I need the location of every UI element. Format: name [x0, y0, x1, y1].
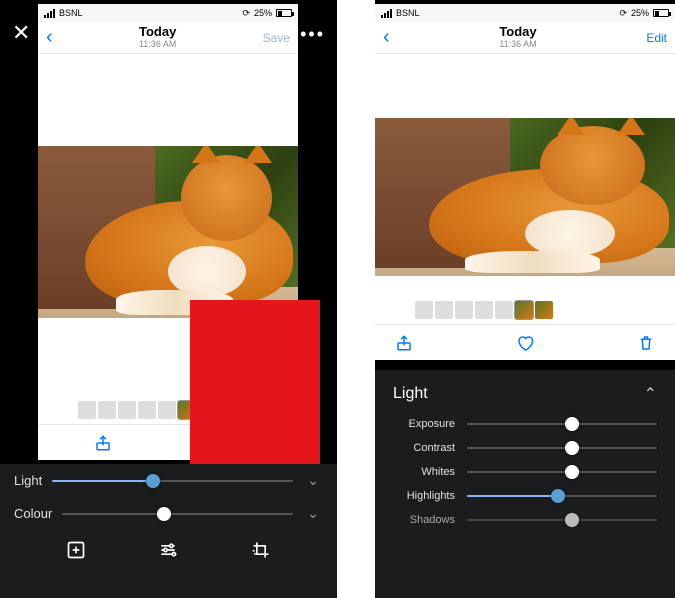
- phone-preview-right: BSNL ⟳ 25% ‹ Today 11:36 AM Edit: [375, 4, 675, 360]
- contrast-row: Contrast: [375, 436, 675, 460]
- more-menu-icon[interactable]: •••: [300, 24, 325, 45]
- nav-bar: ‹ Today 11:36 AM Edit: [375, 22, 675, 54]
- carrier-label: BSNL: [396, 8, 420, 18]
- highlights-row: Highlights: [375, 484, 675, 508]
- status-bar: BSNL ⟳ 25%: [38, 4, 298, 22]
- back-chevron-icon[interactable]: ‹: [46, 26, 53, 49]
- trash-icon[interactable]: [637, 334, 655, 352]
- light-slider[interactable]: [52, 480, 293, 482]
- light-label: Light: [14, 473, 42, 488]
- back-chevron-icon[interactable]: ‹: [383, 26, 390, 49]
- exposure-row: Exposure: [375, 412, 675, 436]
- battery-pct: 25%: [631, 8, 649, 18]
- photo-main[interactable]: [38, 146, 298, 318]
- nav-subtitle: 11:36 AM: [139, 40, 176, 50]
- battery-icon: [653, 9, 669, 17]
- thumbnail-strip[interactable]: [375, 300, 675, 320]
- shadows-row: Shadows: [375, 508, 675, 532]
- contrast-slider[interactable]: [467, 447, 657, 449]
- phone-action-bar: [38, 424, 298, 460]
- exposure-label: Exposure: [375, 418, 455, 430]
- shadows-label: Shadows: [375, 514, 455, 526]
- signal-icon: [381, 9, 392, 18]
- add-filter-icon[interactable]: [66, 540, 86, 560]
- light-detail-panel: Light ⌃ Exposure Contrast Whites Highlig…: [375, 370, 675, 598]
- contrast-label: Contrast: [375, 442, 455, 454]
- exposure-slider[interactable]: [467, 423, 657, 425]
- colour-slider[interactable]: [62, 513, 293, 515]
- light-slider-row: Light ⌄: [0, 464, 337, 497]
- heart-icon[interactable]: [516, 334, 534, 352]
- nav-subtitle: 11:36 AM: [499, 40, 536, 50]
- phone-action-bar: [375, 324, 675, 360]
- section-title: Light: [393, 385, 428, 403]
- colour-slider-row: Colour ⌄: [0, 497, 337, 530]
- battery-icon: [276, 9, 292, 17]
- battery-pct: 25%: [254, 8, 272, 18]
- whites-slider[interactable]: [467, 471, 657, 473]
- nav-title: Today: [499, 25, 536, 39]
- colour-label: Colour: [14, 506, 52, 521]
- shadows-slider[interactable]: [467, 519, 657, 521]
- tune-icon[interactable]: [158, 540, 178, 560]
- heart-icon[interactable]: [224, 434, 242, 452]
- light-section-header[interactable]: Light ⌃: [375, 370, 675, 412]
- crop-rotate-icon[interactable]: [251, 540, 271, 560]
- close-icon[interactable]: ✕: [12, 20, 30, 46]
- whites-label: Whites: [375, 466, 455, 478]
- basic-adjust-panel: Light ⌄ Colour ⌄: [0, 464, 337, 598]
- photo-main[interactable]: [375, 118, 675, 276]
- chevron-down-icon[interactable]: ⌄: [303, 472, 323, 489]
- phone-preview-left: BSNL ⟳ 25% ‹ Today 11:36 AM Save: [38, 4, 298, 460]
- chevron-down-icon[interactable]: ⌄: [303, 505, 323, 522]
- status-bar: BSNL ⟳ 25%: [375, 4, 675, 22]
- carrier-label: BSNL: [59, 8, 83, 18]
- edit-button[interactable]: Edit: [646, 31, 667, 45]
- right-editor-panel: BSNL ⟳ 25% ‹ Today 11:36 AM Edit: [375, 0, 675, 598]
- thumbnail-strip[interactable]: [38, 400, 298, 420]
- share-icon[interactable]: [395, 334, 413, 352]
- share-icon[interactable]: [94, 434, 112, 452]
- save-button[interactable]: Save: [263, 31, 290, 45]
- edit-tool-row: [0, 530, 337, 570]
- signal-icon: [44, 9, 55, 18]
- nav-title: Today: [139, 25, 176, 39]
- highlights-label: Highlights: [375, 490, 455, 502]
- chevron-up-icon[interactable]: ⌃: [644, 384, 657, 404]
- left-editor-panel: ✕ ••• BSNL ⟳ 25% ‹ Today 11:36 AM Save: [0, 0, 337, 598]
- whites-row: Whites: [375, 460, 675, 484]
- nav-bar: ‹ Today 11:36 AM Save: [38, 22, 298, 54]
- highlights-slider[interactable]: [467, 495, 657, 497]
